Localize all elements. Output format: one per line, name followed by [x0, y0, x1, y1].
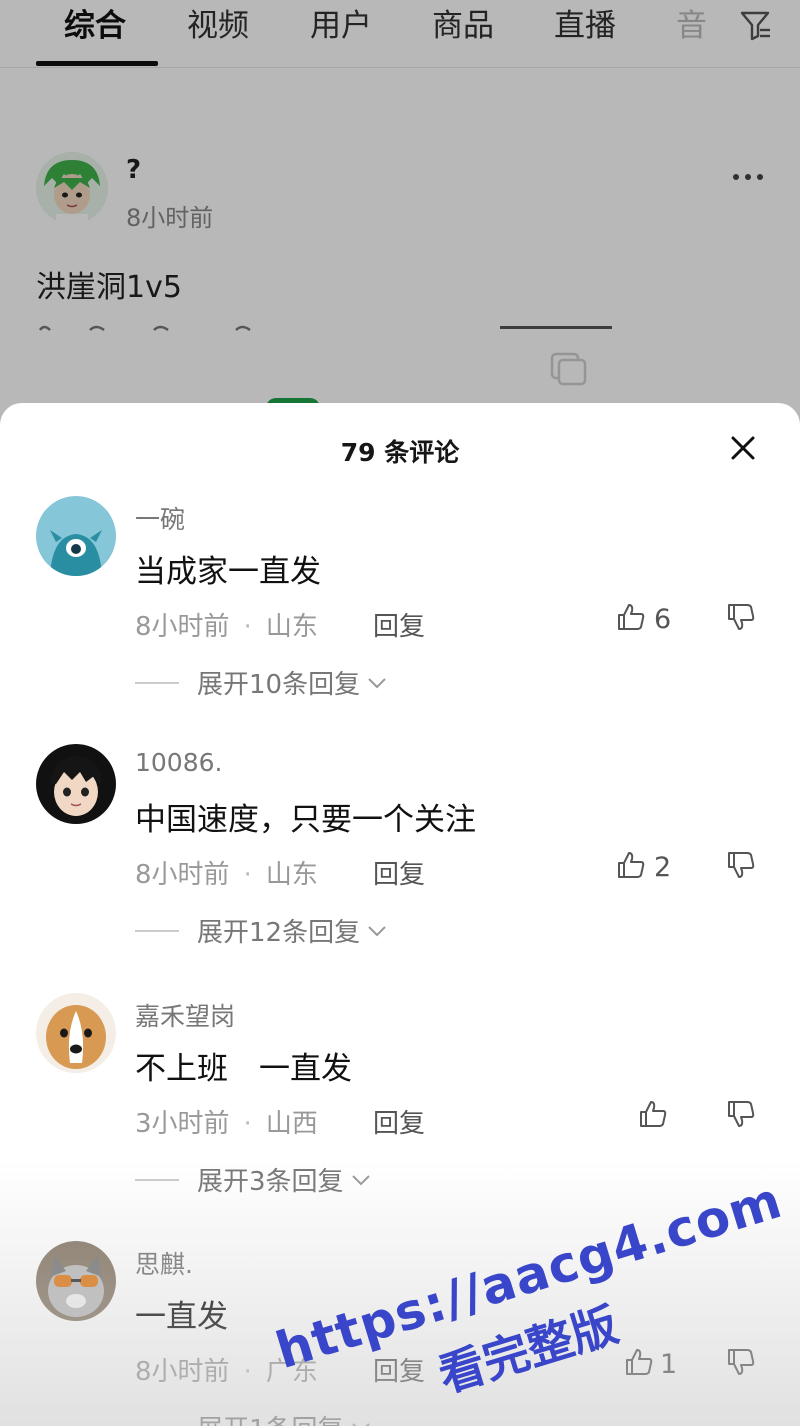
- expand-replies-label: 展开1条回复: [197, 1409, 344, 1426]
- comment-item: 思麒. 一直发 8小时前·广东 回复 1 展开1条回复: [0, 1241, 800, 1426]
- reply-button[interactable]: 回复: [373, 1103, 425, 1140]
- chevron-down-icon: [351, 1174, 370, 1185]
- comments-sheet: 79 条评论 一碗 当成家一直发 8小时前 · 山东 回复 6 展开10条回复 …: [0, 403, 800, 1426]
- thumbs-down-icon[interactable]: [726, 1099, 756, 1129]
- expand-replies-label: 展开3条回复: [197, 1167, 344, 1197]
- expand-replies-button[interactable]: 展开3条回复: [135, 1161, 372, 1198]
- comment-location: 广东: [265, 1357, 318, 1387]
- comment-time: 8小时前: [135, 612, 230, 642]
- comment-text: 当成家一直发: [135, 554, 321, 590]
- expand-replies-button[interactable]: 展开12条回复: [135, 912, 388, 949]
- like-count: 1: [660, 1349, 678, 1380]
- close-icon[interactable]: [728, 433, 758, 463]
- thumbs-up-icon[interactable]: [616, 850, 646, 880]
- expand-replies-button[interactable]: 展开1条回复: [135, 1409, 372, 1426]
- comment-location: 山西: [265, 1109, 318, 1139]
- anime-boy-avatar-icon: [36, 744, 116, 824]
- comment-location: 山东: [265, 860, 318, 890]
- comment-text: 不上班 一直发: [135, 1051, 352, 1087]
- dog-avatar-icon: [36, 993, 116, 1073]
- comment-time: 3小时前: [135, 1109, 230, 1139]
- thumbs-down-icon[interactable]: [726, 1347, 756, 1377]
- thumbs-down-icon[interactable]: [726, 850, 756, 880]
- comment-time: 8小时前: [135, 1357, 230, 1387]
- thumbs-up-icon[interactable]: [624, 1347, 654, 1377]
- comment-text: 一直发: [135, 1299, 228, 1335]
- comment-meta: 8小时前 · 山东: [135, 860, 318, 890]
- cat-with-sunglasses-avatar-icon: [36, 1241, 116, 1321]
- comment-meta: 8小时前 · 广东: [135, 1357, 318, 1387]
- expand-replies-label: 展开12条回复: [197, 918, 361, 948]
- commenter-avatar[interactable]: [36, 993, 116, 1073]
- expand-replies-label: 展开10条回复: [197, 670, 361, 700]
- thumbs-up-icon[interactable]: [616, 602, 646, 632]
- comment-meta: 8小时前 · 山东: [135, 612, 318, 642]
- comment-item: 10086. 中国速度，只要一个关注 8小时前 · 山东 回复 2 展开12条回复: [0, 744, 800, 984]
- comments-count-title: 79 条评论: [340, 438, 460, 467]
- comment-location: 山东: [265, 612, 318, 642]
- commenter-avatar[interactable]: [36, 744, 116, 824]
- like-count: 2: [654, 852, 672, 883]
- reply-button[interactable]: 回复: [373, 854, 425, 891]
- modal-backdrop[interactable]: [0, 0, 800, 420]
- teal-monster-avatar-icon: [36, 496, 116, 576]
- chevron-down-icon: [351, 1422, 370, 1426]
- commenter-name[interactable]: 10086.: [135, 748, 222, 777]
- like-count: 6: [654, 604, 672, 635]
- thumbs-up-icon[interactable]: [638, 1099, 668, 1129]
- reply-button[interactable]: 回复: [373, 1351, 425, 1388]
- commenter-name[interactable]: 嘉禾望岗: [135, 997, 235, 1033]
- comment-text: 中国速度，只要一个关注: [135, 802, 476, 838]
- commenter-avatar[interactable]: [36, 1241, 116, 1321]
- comment-time: 8小时前: [135, 860, 230, 890]
- chevron-down-icon: [368, 925, 386, 936]
- expand-replies-button[interactable]: 展开10条回复: [135, 664, 388, 701]
- reply-button[interactable]: 回复: [373, 606, 425, 643]
- commenter-name[interactable]: 一碗: [135, 500, 185, 536]
- commenter-name[interactable]: 思麒.: [135, 1245, 193, 1281]
- comment-item: 嘉禾望岗 不上班 一直发 3小时前 · 山西 回复 展开3条回复: [0, 993, 800, 1233]
- thumbs-down-icon[interactable]: [726, 602, 756, 632]
- commenter-avatar[interactable]: [36, 496, 116, 576]
- comment-item: 一碗 当成家一直发 8小时前 · 山东 回复 6 展开10条回复: [0, 496, 800, 736]
- chevron-down-icon: [368, 677, 386, 688]
- comment-meta: 3小时前 · 山西: [135, 1109, 318, 1139]
